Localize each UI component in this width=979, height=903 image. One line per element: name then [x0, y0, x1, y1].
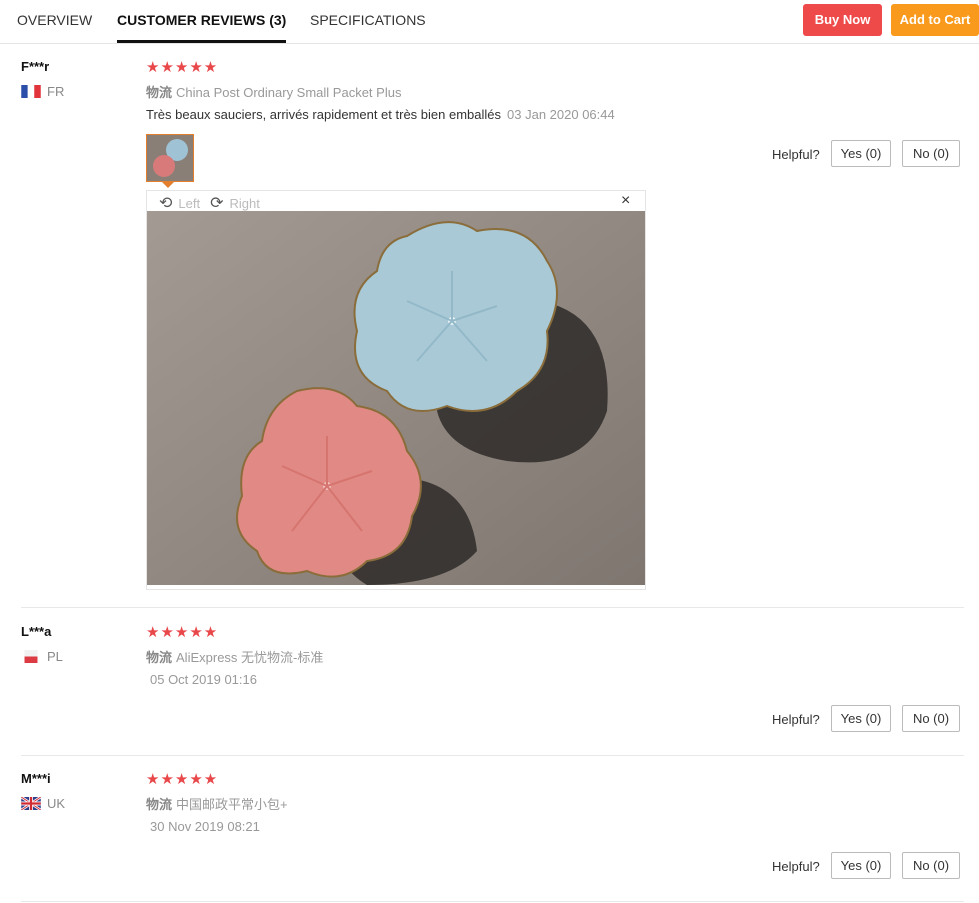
helpful-yes-button[interactable]: Yes (0)	[831, 852, 891, 879]
tab-overview[interactable]: OVERVIEW	[17, 0, 92, 41]
tab-customer-reviews[interactable]: CUSTOMER REVIEWS (3)	[117, 0, 287, 43]
shipping-method: AliExpress 无忧物流-标准	[176, 650, 324, 665]
viewer-toolbar: ⟲ Left ⟳ Right	[159, 193, 260, 213]
country-code: FR	[47, 84, 65, 99]
buy-now-button[interactable]: Buy Now	[803, 4, 882, 36]
stars-icon: ★★★★★	[146, 59, 219, 76]
shipping-label: 物流	[146, 85, 173, 100]
flag-uk-icon	[21, 797, 41, 810]
tab-bar: OVERVIEW CUSTOMER REVIEWS (3) SPECIFICAT…	[0, 0, 979, 44]
review-divider	[21, 901, 964, 902]
helpful-label: Helpful?	[772, 859, 820, 874]
reviewer-name: M***i	[21, 771, 51, 786]
stars-icon: ★★★★★	[146, 624, 219, 641]
helpful-yes-button[interactable]: Yes (0)	[831, 140, 891, 167]
star-rating: ★★★★★	[146, 770, 218, 788]
rotate-left-icon: ⟲	[159, 195, 173, 212]
reviewer-country: UK	[21, 796, 65, 811]
helpful-no-button[interactable]: No (0)	[902, 852, 960, 879]
rotate-right-button[interactable]: ⟳ Right	[210, 193, 260, 213]
rotate-left-button[interactable]: ⟲ Left	[159, 193, 200, 213]
rotate-right-label: Right	[229, 195, 260, 211]
flag-fr-icon	[21, 85, 41, 98]
star-rating: ★★★★★	[146, 623, 218, 641]
stars-icon: ★★★★★	[146, 771, 219, 788]
reviewer-name: L***a	[21, 624, 52, 639]
shipping-info: 物流 China Post Ordinary Small Packet Plus	[146, 82, 401, 101]
dishes-thumbnail-icon	[147, 135, 193, 181]
shipping-label: 物流	[146, 797, 173, 812]
shipping-label: 物流	[146, 650, 173, 665]
review-body: Très beaux sauciers, arrivés rapidement …	[146, 107, 502, 122]
reviewer-name: F***r	[21, 59, 50, 74]
review-divider	[21, 607, 964, 608]
shipping-method: 中国邮政平常小包+	[176, 797, 288, 812]
review-date: 05 Oct 2019 01:16	[150, 672, 257, 687]
country-code: PL	[47, 649, 63, 664]
review-photo	[147, 211, 645, 585]
thumbnail-pointer	[162, 182, 174, 188]
shipping-method: China Post Ordinary Small Packet Plus	[176, 85, 402, 100]
helpful-label: Helpful?	[772, 147, 820, 162]
reviewer-country: FR	[21, 84, 64, 99]
review-photo-thumbnail[interactable]	[146, 134, 194, 182]
helpful-no-button[interactable]: No (0)	[902, 140, 960, 167]
helpful-yes-button[interactable]: Yes (0)	[831, 705, 891, 732]
star-rating: ★★★★★	[146, 58, 218, 76]
flag-pl-icon	[24, 650, 38, 663]
tab-specifications[interactable]: SPECIFICATIONS	[310, 0, 426, 41]
review-text: Très beaux sauciers, arrivés rapidement …	[146, 107, 615, 122]
rotate-left-label: Left	[178, 195, 201, 211]
review-divider	[21, 755, 964, 756]
country-code: UK	[47, 796, 66, 811]
photo-viewer: ⟲ Left ⟳ Right ×	[146, 190, 646, 590]
add-to-cart-button[interactable]: Add to Cart	[891, 4, 979, 36]
reviewer-country: PL	[21, 649, 63, 664]
shipping-info: 物流 中国邮政平常小包+	[146, 794, 288, 813]
rotate-right-icon: ⟳	[210, 195, 224, 212]
close-icon[interactable]: ×	[621, 192, 630, 210]
review-date: 03 Jan 2020 06:44	[507, 107, 615, 122]
helpful-no-button[interactable]: No (0)	[902, 705, 960, 732]
shipping-info: 物流 AliExpress 无忧物流-标准	[146, 647, 323, 666]
helpful-label: Helpful?	[772, 712, 820, 727]
review-date: 30 Nov 2019 08:21	[150, 819, 260, 834]
